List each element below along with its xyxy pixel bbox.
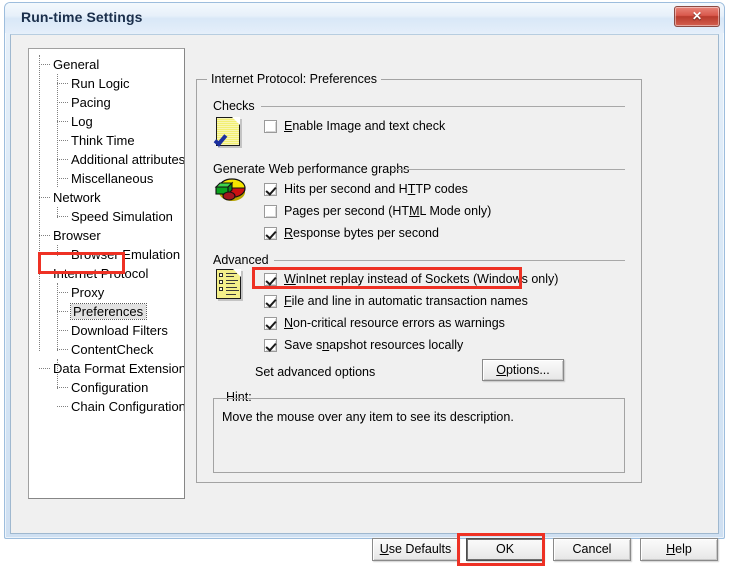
tree-item-label: Browser <box>53 228 101 243</box>
cancel-label: Cancel <box>572 542 612 556</box>
section-label-advanced: Advanced <box>213 253 269 267</box>
form-list-icon <box>216 269 244 301</box>
runtime-settings-window: Run-time Settings ✕ General Run Logic Paci… <box>4 2 725 566</box>
checkbox-label: Hits per second and HTTP codes <box>284 182 468 196</box>
tree-item-network[interactable]: Network <box>29 188 184 207</box>
checkbox-box[interactable] <box>264 205 277 218</box>
document-check-icon <box>213 117 242 147</box>
checkbox-label: Enable Image and text check <box>284 119 446 133</box>
tree-item-browser[interactable]: Browser <box>29 226 184 245</box>
set-advanced-options-label: Set advanced options <box>255 365 376 379</box>
tree-item-label: Speed Simulation <box>71 209 173 224</box>
tree-item-label: Download Filters <box>71 323 168 338</box>
cancel-button[interactable]: Cancel <box>553 538 631 561</box>
tree-item-label: Log <box>71 114 93 129</box>
section-label-graphs: Generate Web performance graphs <box>213 162 410 176</box>
checkbox-box[interactable] <box>264 120 277 133</box>
settings-tree[interactable]: General Run Logic Pacing Log Think Time Addit… <box>28 48 185 499</box>
help-label: Help <box>666 542 692 556</box>
hint-top-border <box>213 398 625 399</box>
section-label-checks: Checks <box>213 99 255 113</box>
tree-item-label: ContentCheck <box>71 342 154 357</box>
tree-item-label: Miscellaneous <box>71 171 154 186</box>
tree-item-label: Think Time <box>71 133 135 148</box>
ok-label: OK <box>495 542 515 556</box>
checkbox-label: File and line in automatic transaction n… <box>284 294 528 308</box>
section-rule-checks <box>261 106 625 107</box>
pie-chart-icon <box>214 178 246 201</box>
tree-item-miscellaneous[interactable]: Miscellaneous <box>29 169 184 188</box>
tree-item-preferences[interactable]: Preferences <box>29 302 184 321</box>
checkbox-label: Pages per second (HTML Mode only) <box>284 204 492 218</box>
checkbox-box[interactable] <box>264 273 277 286</box>
tree-item-data-format-extension[interactable]: Data Format Extension <box>29 359 184 378</box>
tree-item-label: Preferences <box>69 303 148 320</box>
tree-item-contentcheck[interactable]: ContentCheck <box>29 340 184 359</box>
tree-item-configuration[interactable]: Configuration <box>29 378 184 397</box>
tree-item-chain-configuration[interactable]: Chain Configuration <box>29 397 184 416</box>
tree-item-label: Chain Configuration <box>71 399 185 414</box>
preferences-group-legend: Internet Protocol: Preferences <box>207 72 382 86</box>
tree-item-speed-simulation[interactable]: Speed Simulation <box>29 207 184 226</box>
tree-item-label: Run Logic <box>71 76 130 91</box>
tree-item-label: Network <box>53 190 101 205</box>
hint-text: Move the mouse over any item to see its … <box>222 410 514 424</box>
tree-item-label: Pacing <box>71 95 111 110</box>
use-defaults-label: Use Defaults <box>379 542 452 556</box>
tree-item-general[interactable]: General <box>29 55 184 74</box>
hint-legend: Hint: <box>222 390 256 404</box>
tree-item-pacing[interactable]: Pacing <box>29 93 184 112</box>
checkbox-box[interactable] <box>264 227 277 240</box>
tree-item-internet-protocol[interactable]: Internet Protocol <box>29 264 184 283</box>
section-rule-advanced <box>274 260 625 261</box>
tree-item-label: Internet Protocol <box>53 266 149 281</box>
tree-item-additional-attributes[interactable]: Additional attributes <box>29 150 184 169</box>
checkbox-box[interactable] <box>264 339 277 352</box>
checkbox-label: WinInet replay instead of Sockets (Windo… <box>284 272 559 286</box>
title-bar: Run-time Settings ✕ <box>5 3 724 33</box>
checkbox-box[interactable] <box>264 183 277 196</box>
tree-item-label: Additional attributes <box>71 152 185 167</box>
checkbox-box[interactable] <box>264 317 277 330</box>
checkbox-label: Response bytes per second <box>284 226 439 240</box>
help-button[interactable]: Help <box>640 538 718 561</box>
tree-item-label: Browser Emulation <box>71 247 181 262</box>
ok-button[interactable]: OK <box>466 538 544 561</box>
section-rule-graphs <box>393 169 625 170</box>
close-button[interactable]: ✕ <box>674 6 720 27</box>
tree-item-label: Proxy <box>71 285 105 300</box>
tree-item-proxy[interactable]: Proxy <box>29 283 184 302</box>
dialog-client-area: General Run Logic Pacing Log Think Time Addit… <box>10 34 719 561</box>
checkbox-box[interactable] <box>264 295 277 308</box>
options-button[interactable]: Options... <box>482 359 564 381</box>
hint-group: Hint: Move the mouse over any item to se… <box>213 390 625 473</box>
tree-item-browser-emulation[interactable]: Browser Emulation <box>29 245 184 264</box>
tree-item-log[interactable]: Log <box>29 112 184 131</box>
tree-item-download-filters[interactable]: Download Filters <box>29 321 184 340</box>
tree-item-think-time[interactable]: Think Time <box>29 131 184 150</box>
use-defaults-button[interactable]: Use Defaults <box>372 538 459 561</box>
tree-item-label: Data Format Extension <box>53 361 185 376</box>
options-button-label: Options... <box>496 363 550 377</box>
tree-item-label: General <box>53 57 100 72</box>
checkbox-label: Save snapshot resources locally <box>284 338 464 352</box>
close-icon: ✕ <box>691 9 703 23</box>
tree-item-run-logic[interactable]: Run Logic <box>29 74 184 93</box>
checkbox-label: Non-critical resource errors as warnings <box>284 316 505 330</box>
window-title: Run-time Settings <box>21 9 143 25</box>
tree-item-label: Configuration <box>71 380 149 395</box>
